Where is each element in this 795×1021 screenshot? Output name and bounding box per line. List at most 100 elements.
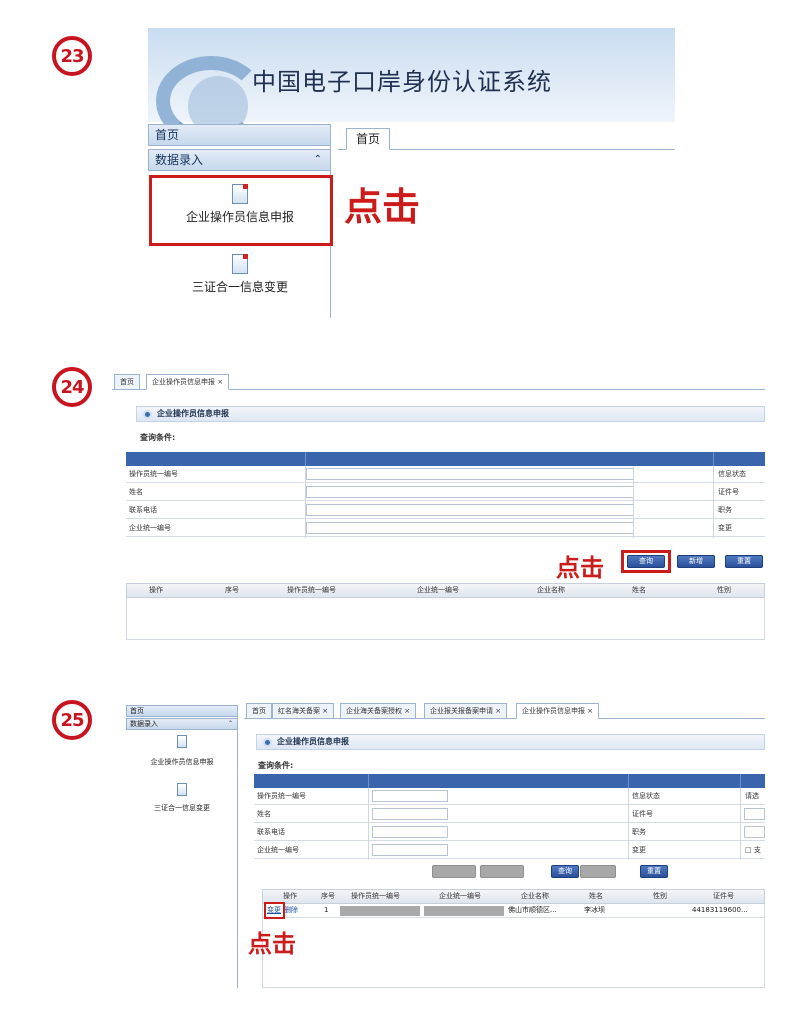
field-label: 证件号	[718, 488, 739, 496]
click-annotation: 点击	[344, 185, 421, 229]
accordion-data-entry-label: 数据录入	[155, 153, 204, 167]
query-button[interactable]: 查询	[551, 865, 579, 878]
redacted-button	[480, 865, 524, 878]
tab-home[interactable]: 首页	[346, 128, 390, 150]
column-header: 序号	[225, 586, 239, 594]
form-row: 操作员统一编号 信息状态	[126, 466, 765, 483]
field-label: 联系电话	[129, 506, 157, 514]
column-header: 序号	[321, 892, 335, 900]
phone-input[interactable]	[306, 504, 634, 516]
system-banner: 中国电子口岸身份认证系统	[148, 28, 675, 146]
redacted-operator-id	[340, 906, 420, 916]
name-cell: 李冰坝	[584, 906, 605, 914]
section-title-text: 企业操作员信息申报	[157, 409, 229, 418]
result-table-body	[126, 598, 765, 640]
tab-declaration-application[interactable]: 企业报关报备案申请 ×	[424, 703, 508, 719]
accordion-data-entry[interactable]: 数据录入 ⌃	[126, 718, 238, 730]
accordion-home[interactable]: 首页	[126, 705, 238, 717]
tab-home[interactable]: 首页	[246, 703, 272, 719]
name-input[interactable]	[372, 808, 448, 820]
tab-operator-declaration[interactable]: 企业操作员信息申报 ×	[516, 703, 600, 719]
company-id-input[interactable]	[372, 844, 448, 856]
field-label: 职务	[718, 506, 732, 514]
column-header: 姓名	[589, 892, 603, 900]
delete-link[interactable]: 删除	[284, 904, 298, 917]
divider	[740, 788, 741, 860]
form-row: 姓名 证件号	[126, 484, 765, 501]
field-label: 信息状态	[718, 470, 746, 478]
query-conditions-label: 查询条件:	[140, 433, 176, 442]
company-id-input[interactable]	[306, 522, 634, 534]
operator-id-input[interactable]	[372, 790, 448, 802]
tab-customs-authorization[interactable]: 企业海关备案授权 ×	[340, 703, 417, 719]
field-label: 职务	[632, 828, 646, 836]
document-icon	[177, 735, 187, 748]
change-checkbox[interactable]: □ 支	[745, 842, 761, 858]
tab-customs-filing[interactable]: 红名海关备案 ×	[272, 703, 335, 719]
column-header: 操作	[149, 586, 163, 594]
column-header: 性别	[717, 586, 731, 594]
sidebar-item-three-in-one-change[interactable]: 三证合一信息变更	[128, 781, 236, 819]
operator-id-input[interactable]	[306, 468, 634, 480]
section-title: 企业操作员信息申报	[136, 406, 765, 422]
column-header: 性别	[653, 892, 667, 900]
column-header: 姓名	[632, 586, 646, 594]
sidebar-item-label: 企业操作员信息申报	[150, 758, 214, 766]
click-annotation: 点击	[248, 930, 296, 958]
field-label: 姓名	[129, 488, 143, 496]
column-header: 证件号	[713, 892, 734, 900]
tab-strip: 首页 企业操作员信息申报 ×	[112, 372, 765, 390]
document-icon	[177, 783, 187, 796]
system-title: 中国电子口岸身份认证系统	[252, 68, 552, 96]
column-header: 企业统一编号	[439, 892, 481, 900]
collapse-chevron-icon[interactable]: ⌃	[314, 150, 322, 170]
position-input[interactable]	[744, 826, 765, 838]
redacted-button	[432, 865, 476, 878]
accordion-home[interactable]: 首页	[148, 124, 331, 146]
field-label: 证件号	[632, 810, 653, 818]
accordion-data-entry-label: 数据录入	[130, 720, 158, 728]
divider	[368, 774, 369, 788]
sidebar-item-three-in-one-change[interactable]: 三证合一信息变更	[150, 248, 330, 314]
tab-strip: 首页 红名海关备案 × 企业海关备案授权 × 企业报关报备案申请 × 企业操作员…	[244, 701, 765, 719]
table-row[interactable]: 变更 删除 1 佛山市顺德区... 李冰坝 44183119600...	[262, 904, 765, 918]
name-input[interactable]	[306, 486, 634, 498]
form-row: 姓名 证件号	[254, 806, 765, 823]
column-header: 企业名称	[521, 892, 549, 900]
form-header-bar	[126, 452, 765, 466]
sidebar-item-label: 三证合一信息变更	[154, 804, 210, 812]
divider	[740, 774, 741, 788]
highlight-box	[264, 902, 285, 919]
highlight-box	[621, 550, 671, 573]
tab-bar: 首页	[338, 124, 675, 150]
divider	[713, 452, 714, 466]
section-bullet-icon	[263, 738, 272, 747]
add-button[interactable]: 新增	[677, 555, 715, 568]
divider	[633, 466, 634, 538]
phone-input[interactable]	[372, 826, 448, 838]
accordion-home-label: 首页	[130, 707, 144, 715]
reset-button[interactable]: 重置	[725, 555, 763, 568]
tab-home[interactable]: 首页	[114, 374, 140, 390]
collapse-chevron-icon[interactable]: ⌃	[228, 719, 233, 729]
form-row: 操作员统一编号 信息状态 请选	[254, 788, 765, 805]
step-25-badge: 25	[52, 700, 92, 740]
section-title-text: 企业操作员信息申报	[277, 737, 349, 746]
row-index: 1	[324, 906, 329, 914]
status-select[interactable]: 请选	[745, 788, 759, 804]
column-header: 企业统一编号	[417, 586, 459, 594]
form-row: 企业统一编号 变更 □ 支	[254, 842, 765, 859]
panel-23-screenshot: 中国电子口岸身份认证系统 首页 数据录入 ⌃ 企业操作员信息申报 三证合一信息变…	[148, 28, 675, 318]
id-number-input[interactable]	[744, 808, 765, 820]
accordion-data-entry[interactable]: 数据录入 ⌃	[148, 149, 331, 171]
sidebar: 首页 数据录入 ⌃ 企业操作员信息申报 三证合一信息变更	[126, 705, 238, 988]
accordion-home-label: 首页	[155, 128, 180, 142]
result-table-header: 操作 序号 操作员统一编号 企业统一编号 企业名称 姓名 性别 证件号	[262, 889, 765, 904]
id-number-cell: 44183119600...	[692, 906, 748, 914]
sidebar-item-operator-declaration[interactable]: 企业操作员信息申报	[128, 733, 236, 771]
tab-operator-declaration[interactable]: 企业操作员信息申报 ×	[146, 374, 230, 390]
column-header: 操作员统一编号	[287, 586, 336, 594]
section-title: 企业操作员信息申报	[256, 734, 765, 750]
step-23-badge: 23	[52, 36, 92, 76]
reset-button[interactable]: 重置	[640, 865, 668, 878]
